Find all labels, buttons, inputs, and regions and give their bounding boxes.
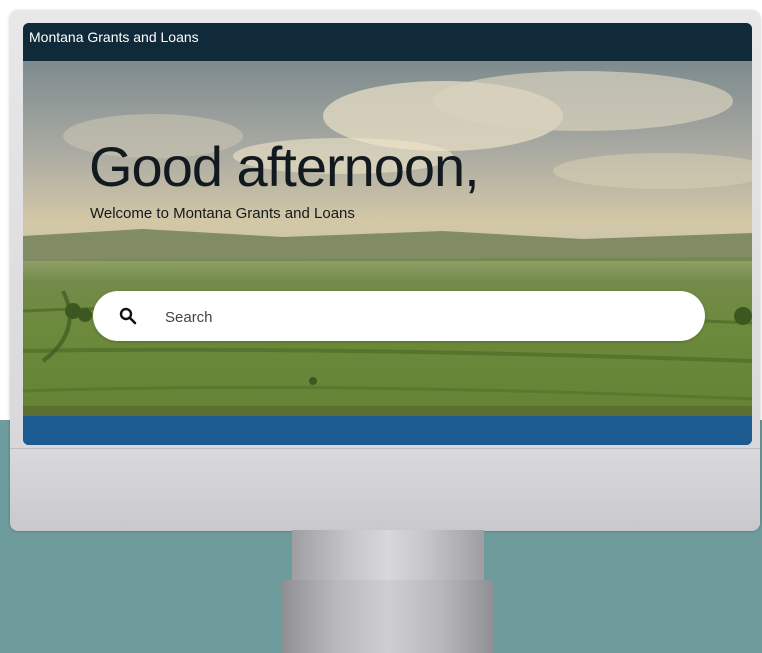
- monitor-stand-neck: [292, 530, 484, 582]
- search-input[interactable]: [163, 303, 667, 331]
- screen: Montana Grants and Loans Good afternoon,…: [23, 23, 752, 445]
- site-title[interactable]: Montana Grants and Loans: [29, 29, 199, 45]
- landscape-art: [23, 71, 752, 416]
- monitor-stand-base: [282, 580, 494, 653]
- welcome-subtitle: Welcome to Montana Grants and Loans: [90, 205, 355, 222]
- top-navigation-bar: Montana Grants and Loans: [23, 23, 752, 61]
- search-bar[interactable]: [93, 291, 705, 341]
- accent-bar: [23, 416, 752, 445]
- hero-banner: Good afternoon, Welcome to Montana Grant…: [23, 61, 752, 416]
- monitor-chin: [10, 448, 760, 531]
- search-icon[interactable]: [119, 307, 137, 325]
- field-foreground: [23, 406, 752, 416]
- greeting-heading: Good afternoon,: [89, 135, 480, 198]
